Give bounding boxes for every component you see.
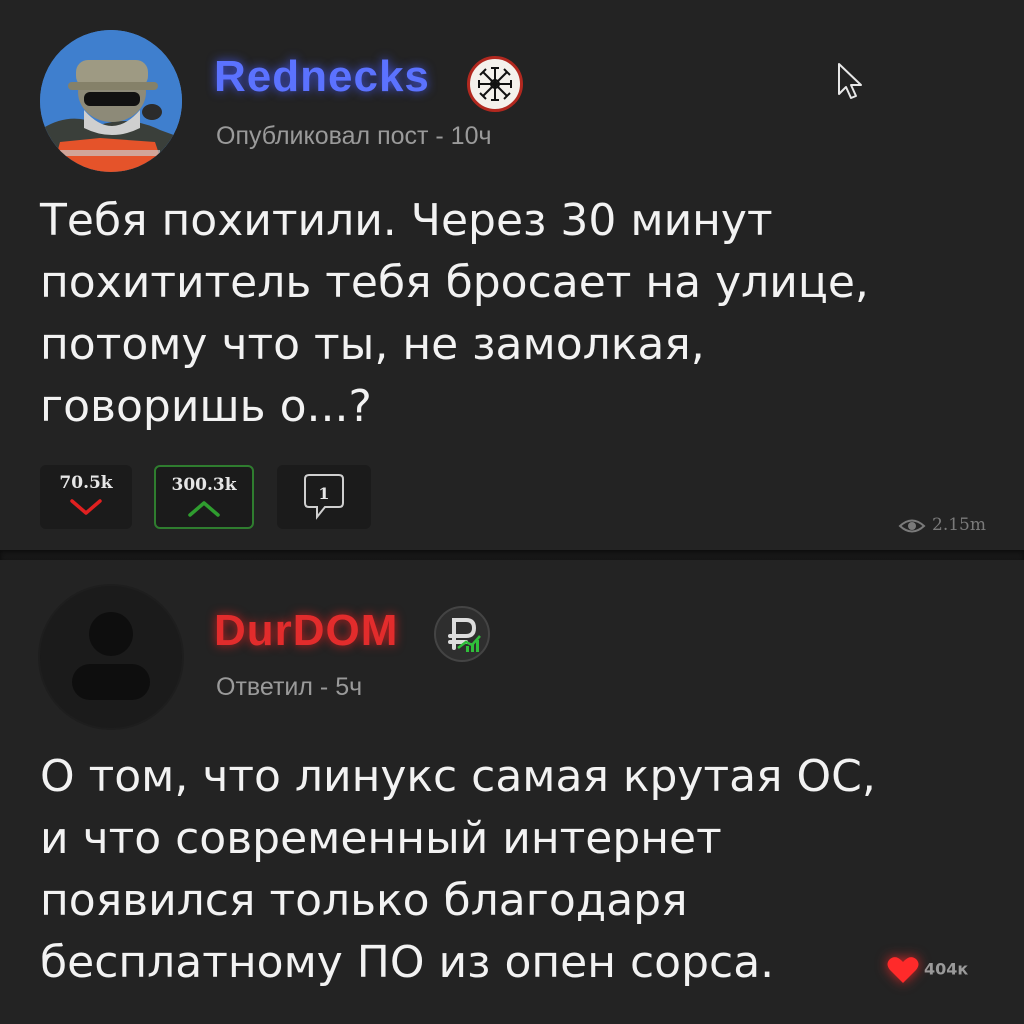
comment-count: 1 [318, 484, 330, 503]
downvote-button[interactable]: 70.5k [40, 465, 132, 529]
user-photo-avatar [40, 30, 182, 172]
reply-meta: Ответил - 5ч [216, 673, 363, 701]
like-button[interactable]: 404к [886, 955, 968, 985]
ruble-chart-badge-icon [434, 606, 490, 662]
reply-author-name[interactable]: DurDOM [214, 606, 398, 656]
author-name[interactable]: Rednecks [214, 52, 430, 102]
chevron-up-icon [188, 501, 220, 517]
mouse-cursor-icon [838, 63, 862, 99]
heart-icon [887, 957, 919, 983]
default-user-avatar-icon[interactable] [40, 586, 182, 728]
post-meta: Опубликовал пост - 10ч [216, 122, 492, 150]
like-count: 404к [924, 959, 969, 979]
views-counter: 2.15m [898, 515, 986, 535]
eye-icon [898, 519, 926, 532]
chevron-down-icon [70, 499, 102, 515]
post-card: Rednecks Опубликовал пост - 10ч Тебя пох… [0, 0, 1024, 552]
aegishjalmur-rune-badge-icon [467, 56, 523, 112]
author-avatar[interactable] [40, 30, 182, 172]
comments-button[interactable]: 1 [277, 465, 371, 529]
reply-text: О том, что линукс самая крутая ОС, и что… [40, 751, 876, 988]
upvote-count: 300.3k [171, 475, 237, 495]
upvote-button[interactable]: 300.3k [154, 465, 254, 529]
post-text: Тебя похитили. Через 30 минут похититель… [40, 195, 869, 432]
downvote-count: 70.5k [59, 473, 113, 493]
views-count: 2.15m [932, 515, 986, 535]
